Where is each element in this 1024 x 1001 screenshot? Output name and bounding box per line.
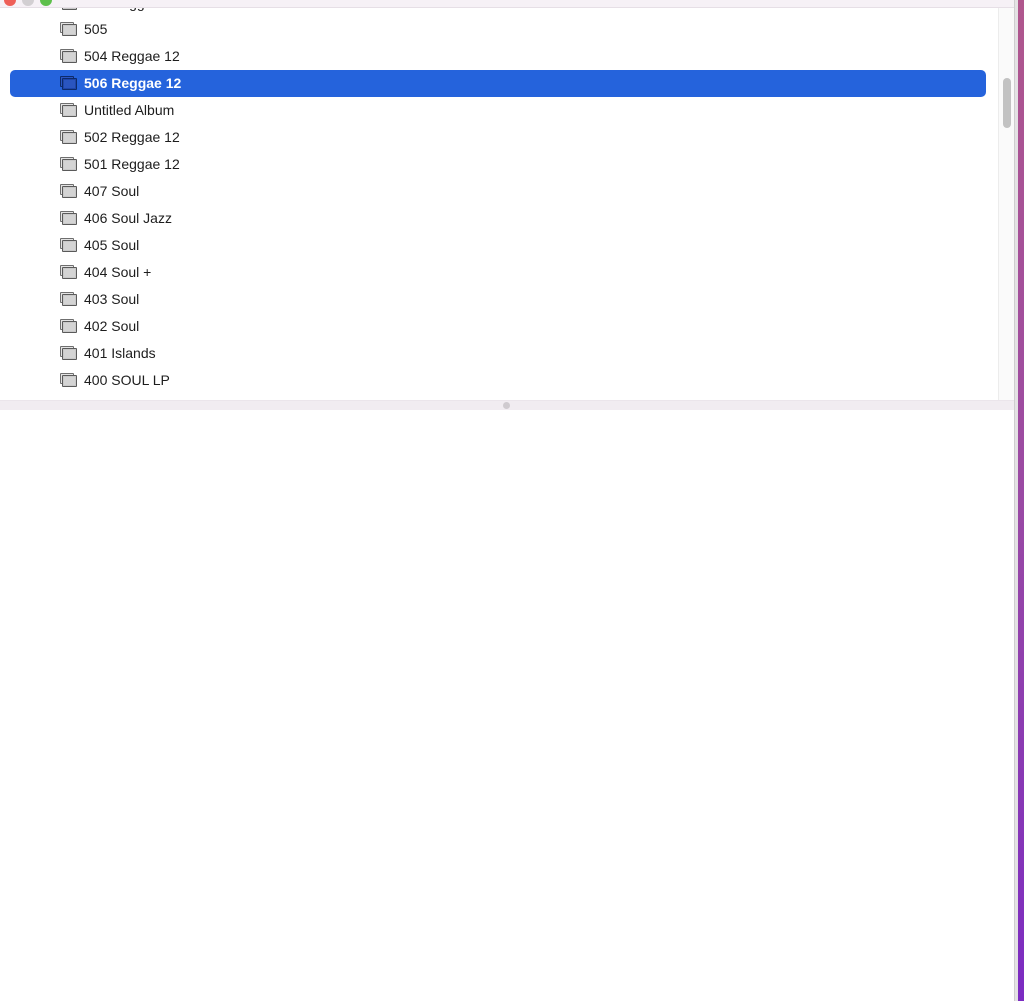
scrollbar-thumb[interactable] xyxy=(1003,78,1011,128)
album-stack-icon xyxy=(60,103,77,117)
minimize-window-button[interactable] xyxy=(22,0,34,6)
album-stack-icon xyxy=(60,292,77,306)
album-row[interactable]: 403 Soul xyxy=(10,286,986,313)
album-row[interactable]: 402 Soul xyxy=(10,313,986,340)
album-label: 506 Reggae 12 xyxy=(84,75,182,91)
album-row-selected[interactable]: 506 Reggae 12 xyxy=(10,70,986,97)
album-row[interactable]: 406 Soul Jazz xyxy=(10,205,986,232)
album-stack-icon xyxy=(60,130,77,144)
album-stack-icon xyxy=(60,373,77,387)
album-row[interactable]: 407 Soul xyxy=(10,178,986,205)
desktop-background xyxy=(1018,0,1024,1001)
album-row[interactable]: 505 xyxy=(10,16,986,43)
vertical-scrollbar[interactable] xyxy=(998,8,1014,400)
album-label: 407 Soul xyxy=(84,183,140,199)
album-stack-icon xyxy=(60,265,77,279)
album-stack-icon xyxy=(60,238,77,252)
album-label: 406 Soul Jazz xyxy=(84,210,172,226)
album-stack-icon xyxy=(60,211,77,225)
album-label: 403 Soul xyxy=(84,291,140,307)
zoom-window-button[interactable] xyxy=(40,0,52,6)
detail-pane xyxy=(0,410,1014,1001)
divider-grip-icon[interactable] xyxy=(503,402,510,409)
album-row[interactable]: 504 Reggae 12 xyxy=(10,43,986,70)
album-row[interactable]: 502 Reggae 12 xyxy=(10,124,986,151)
album-list[interactable]: 503 Reggae 12 505 504 Reggae 12 506 Regg… xyxy=(0,0,998,400)
close-window-button[interactable] xyxy=(4,0,16,6)
album-label: 502 Reggae 12 xyxy=(84,129,180,145)
album-label: 505 xyxy=(84,21,108,37)
title-bar xyxy=(0,0,1014,8)
album-stack-icon xyxy=(60,319,77,333)
album-row[interactable]: 401 Islands xyxy=(10,340,986,367)
album-label: 504 Reggae 12 xyxy=(84,48,180,64)
album-stack-icon xyxy=(60,157,77,171)
album-row[interactable]: 405 Soul xyxy=(10,232,986,259)
album-label: 405 Soul xyxy=(84,237,140,253)
album-label: 404 Soul + xyxy=(84,264,152,280)
album-stack-icon xyxy=(60,22,77,36)
album-row[interactable]: 501 Reggae 12 xyxy=(10,151,986,178)
album-label: 400 SOUL LP xyxy=(84,372,170,388)
album-row[interactable]: 404 Soul + xyxy=(10,259,986,286)
album-row[interactable]: 400 SOUL LP xyxy=(10,367,986,394)
album-stack-icon xyxy=(60,49,77,63)
album-stack-icon xyxy=(60,346,77,360)
split-view-divider[interactable] xyxy=(0,400,1014,410)
album-label: 402 Soul xyxy=(84,318,140,334)
album-stack-icon xyxy=(60,76,77,90)
app-window: 503 Reggae 12 505 504 Reggae 12 506 Regg… xyxy=(0,0,1014,1001)
album-label: 501 Reggae 12 xyxy=(84,156,180,172)
album-row[interactable]: Untitled Album xyxy=(10,97,986,124)
album-label: Untitled Album xyxy=(84,102,175,118)
album-stack-icon xyxy=(60,184,77,198)
album-label: 401 Islands xyxy=(84,345,156,361)
